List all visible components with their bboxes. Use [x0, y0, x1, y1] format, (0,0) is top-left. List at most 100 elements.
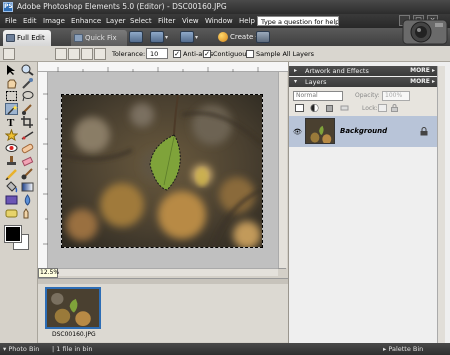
- title-bar: PS Adobe Photoshop Elements 5.0 (Editor)…: [0, 0, 450, 14]
- layers-more-button[interactable]: MORE ▸: [410, 77, 435, 87]
- contiguous-label: Contiguous: [213, 50, 250, 58]
- menu-image[interactable]: Image: [43, 17, 65, 25]
- add-to-selection-icon[interactable]: [68, 48, 80, 60]
- share-dropdown-icon[interactable]: ▾: [165, 34, 168, 41]
- menu-layer[interactable]: Layer: [106, 17, 126, 25]
- menu-edit[interactable]: Edit: [23, 17, 37, 25]
- horizontal-ruler: [38, 62, 288, 72]
- photo-bin-toggle[interactable]: ▾ Photo Bin: [3, 345, 39, 353]
- hand-tool-icon[interactable]: [5, 77, 18, 89]
- sample-all-layers-checkbox[interactable]: [246, 50, 254, 58]
- new-selection-icon[interactable]: [55, 48, 67, 60]
- lasso-tool-icon[interactable]: [21, 90, 34, 102]
- new-layer-icon[interactable]: [295, 104, 304, 112]
- palette-scrollbar[interactable]: [437, 66, 445, 343]
- delete-layer-icon[interactable]: [325, 104, 334, 112]
- tolerance-label: Tolerance:: [112, 50, 146, 58]
- layers-title: Layers: [305, 78, 327, 86]
- contiguous-checkbox[interactable]: ✓: [203, 50, 211, 58]
- camera-graphic-icon: [399, 14, 449, 46]
- blur-tool-icon[interactable]: [21, 194, 34, 206]
- pencil-tool-icon[interactable]: [5, 168, 18, 181]
- thumbnail-filename: DSC00160.JPG: [52, 331, 96, 338]
- tab-full-edit[interactable]: Full Edit: [3, 30, 51, 46]
- help-search-input[interactable]: Type a question for help: [257, 16, 339, 26]
- magic-wand-tool-icon[interactable]: [5, 103, 18, 115]
- photo-bin-thumbnail[interactable]: [45, 287, 101, 329]
- straighten-tool-icon[interactable]: [21, 129, 34, 141]
- foreground-color-swatch[interactable]: [4, 225, 22, 243]
- magic-wand-tool-preset-icon[interactable]: [3, 48, 15, 60]
- cookie-cutter-tool-icon[interactable]: [4, 128, 19, 142]
- order-prints-icon[interactable]: [180, 31, 194, 43]
- expand-arrow-icon: ▾: [294, 78, 298, 85]
- adjustment-layer-icon[interactable]: [310, 104, 319, 112]
- full-edit-icon: [6, 34, 15, 42]
- file-count-label: | 1 file in bin: [52, 345, 93, 353]
- artwork-more-button[interactable]: MORE ▸: [410, 66, 435, 76]
- red-eye-tool-icon[interactable]: [5, 142, 18, 154]
- layer-lock-icon: [420, 127, 428, 138]
- create-button[interactable]: Create ▾: [218, 31, 259, 43]
- share-icon[interactable]: [150, 31, 164, 43]
- eye-icon[interactable]: 👁: [293, 128, 302, 136]
- crop-tool-icon[interactable]: [21, 116, 34, 128]
- order-dropdown-icon[interactable]: ▾: [195, 34, 198, 41]
- window-title: Adobe Photoshop Elements 5.0 (Editor) - …: [17, 2, 227, 11]
- tolerance-input[interactable]: 10: [146, 48, 168, 59]
- type-tool-icon[interactable]: T: [5, 116, 18, 129]
- eyedropper-tool-icon[interactable]: [21, 77, 34, 89]
- lock-all-icon[interactable]: [390, 104, 399, 112]
- anti-alias-checkbox[interactable]: ✓: [173, 50, 181, 58]
- lock-transparency-icon[interactable]: [378, 104, 387, 112]
- image-canvas[interactable]: [61, 94, 263, 248]
- vertical-scrollbar[interactable]: [278, 72, 287, 268]
- tab-quick-fix[interactable]: Quick Fix: [71, 30, 127, 46]
- eraser-tool-icon[interactable]: [21, 155, 34, 167]
- gradient-tool-icon[interactable]: [21, 181, 34, 193]
- intersect-selection-icon[interactable]: [94, 48, 106, 60]
- healing-brush-tool-icon[interactable]: [21, 142, 34, 154]
- selection-brush-tool-icon[interactable]: [21, 103, 34, 115]
- brush-tool-icon[interactable]: [21, 168, 34, 180]
- lock-label: Lock:: [362, 105, 378, 112]
- horizontal-scrollbar[interactable]: [58, 268, 278, 276]
- menu-select[interactable]: Select: [130, 17, 152, 25]
- blend-mode-select[interactable]: Normal: [293, 91, 343, 101]
- print-icon[interactable]: [129, 31, 143, 43]
- layers-palette-header[interactable]: ▾ Layers MORE ▸: [289, 77, 437, 87]
- toolbox: T: [0, 62, 38, 345]
- menu-filter[interactable]: Filter: [158, 17, 175, 25]
- photoshop-elements-window: PS Adobe Photoshop Elements 5.0 (Editor)…: [0, 0, 450, 355]
- layer-thumbnail: [305, 118, 335, 144]
- subtract-from-selection-icon[interactable]: [81, 48, 93, 60]
- sponge-tool-icon[interactable]: [5, 207, 18, 219]
- shape-tool-icon[interactable]: [5, 194, 18, 206]
- menu-enhance[interactable]: Enhance: [71, 17, 101, 25]
- tab-quick-fix-label: Quick Fix: [85, 34, 117, 42]
- create-icon: [218, 32, 228, 42]
- menu-file[interactable]: File: [5, 17, 17, 25]
- menu-view[interactable]: View: [182, 17, 199, 25]
- artwork-effects-palette-header[interactable]: ▸ Artwork and Effects MORE ▸: [289, 66, 437, 76]
- tool-options-bar: Tolerance: 10 ✓ Anti-alias ✓ Contiguous …: [0, 46, 450, 62]
- clone-stamp-tool-icon[interactable]: [5, 155, 18, 167]
- smudge-tool-icon[interactable]: [21, 207, 34, 219]
- zoom-level-field[interactable]: 12.5%: [38, 268, 59, 278]
- opacity-input[interactable]: 100%: [382, 91, 410, 101]
- menu-help[interactable]: Help: [239, 17, 255, 25]
- vertical-ruler: [38, 72, 48, 268]
- zoom-tool-icon[interactable]: [21, 64, 34, 76]
- sample-all-layers-label: Sample All Layers: [256, 50, 315, 58]
- create-label: Create: [230, 33, 254, 41]
- menu-window[interactable]: Window: [205, 17, 233, 25]
- tab-full-edit-label: Full Edit: [17, 34, 45, 42]
- palette-bin-toggle[interactable]: ▸ Palette Bin: [383, 345, 423, 353]
- organizer-icon[interactable]: [256, 31, 270, 43]
- move-tool-icon[interactable]: [5, 64, 18, 76]
- layer-name: Background: [340, 127, 388, 135]
- quick-fix-icon: [74, 34, 83, 42]
- paint-bucket-tool-icon[interactable]: [5, 181, 18, 193]
- link-layers-icon[interactable]: [340, 104, 349, 112]
- marquee-tool-icon[interactable]: [5, 90, 18, 102]
